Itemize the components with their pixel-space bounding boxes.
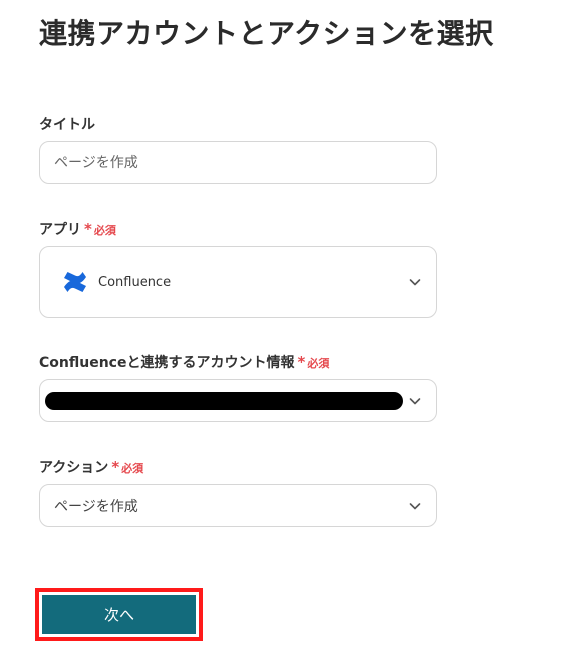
action-field-label: アクション * 必須 [39, 457, 143, 477]
app-select[interactable]: Confluence [39, 246, 437, 318]
account-select[interactable] [39, 379, 437, 422]
redacted-account-value [45, 391, 403, 410]
app-field-label: アプリ * 必須 [39, 219, 116, 239]
action-select[interactable]: ページを作成 [39, 484, 437, 527]
account-field-label: Confluenceと連携するアカウント情報 * 必須 [39, 352, 329, 372]
required-star: * [111, 458, 120, 476]
chevron-down-icon [409, 397, 421, 404]
required-indicator: * 必須 [297, 353, 329, 371]
required-star: * [297, 353, 306, 371]
next-button-highlight: 次へ [35, 588, 203, 641]
title-label-text: タイトル [39, 117, 95, 133]
app-label-text: アプリ [39, 222, 81, 238]
required-indicator: * 必須 [111, 458, 143, 476]
chevron-down-icon [409, 502, 421, 509]
next-button[interactable]: 次へ [42, 595, 196, 634]
app-selected-value: Confluence [98, 274, 172, 290]
action-label-text: アクション [39, 460, 109, 476]
required-star: * [84, 220, 92, 238]
required-indicator: * 必須 [84, 220, 116, 238]
page-title: 連携アカウントとアクションを選択 [39, 17, 494, 50]
confluence-logo-icon [64, 272, 86, 292]
title-input-box [39, 141, 437, 184]
title-input[interactable] [40, 142, 436, 183]
title-field-label: タイトル [39, 114, 95, 134]
chevron-down-icon [409, 279, 421, 286]
required-text: 必須 [93, 224, 116, 237]
required-text: 必須 [307, 357, 330, 370]
app-selected-option: Confluence [62, 269, 171, 295]
account-label-text: Confluenceと連携するアカウント情報 [39, 355, 295, 371]
required-text: 必須 [121, 462, 144, 475]
action-selected-value: ページを作成 [54, 498, 138, 515]
select-account-and-action-page: 連携アカウントとアクションを選択 タイトル アプリ * 必須 Confluenc… [0, 0, 574, 672]
